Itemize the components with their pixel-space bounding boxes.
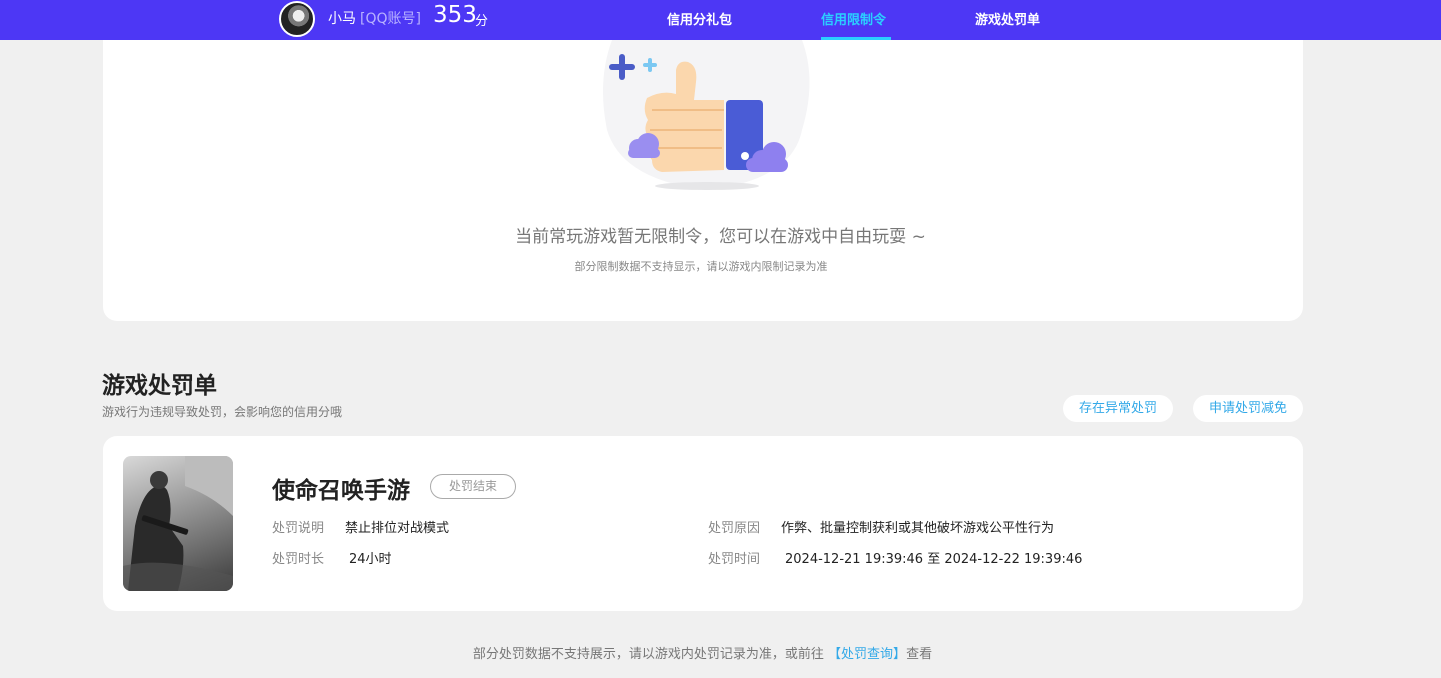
penalty-time-label: 处罚时间 (708, 552, 761, 567)
tab-restriction[interactable]: 信用限制令 (821, 9, 886, 28)
empty-state-subtitle: 部分限制数据不支持显示，请以游戏内限制记录为准 (574, 260, 828, 273)
footer-text: 部分处罚数据不支持展示，请以游戏内处罚记录为准，或前往 (472, 647, 829, 662)
apply-reduction-button[interactable]: 申请处罚减免 (1193, 395, 1303, 422)
tab-credit-gift[interactable]: 信用分礼包 (667, 9, 732, 28)
footer-text-end: 查看 (906, 647, 933, 662)
tab-penalty[interactable]: 游戏处罚单 (975, 9, 1040, 28)
penalty-desc-label: 处罚说明 (272, 521, 325, 536)
avatar[interactable] (279, 1, 315, 37)
penalty-query-link[interactable]: 【处罚查询】 (828, 647, 906, 662)
section-subtitle: 游戏行为违规导致处罚，会影响您的信用分哦 (102, 405, 343, 419)
account-type: [QQ账号] (360, 11, 421, 27)
penalty-duration-label: 处罚时长 (272, 552, 325, 567)
penalty-duration-value: 24小时 (349, 552, 392, 567)
thumbs-up-illustration (603, 40, 810, 190)
penalty-time-value: 2024-12-21 19:39:46 至 2024-12-22 19:39:4… (785, 552, 1083, 567)
username: 小马 (328, 11, 356, 27)
top-bar: 小马 [QQ账号] 353 分 信用分礼包 信用限制令 游戏处罚单 (0, 0, 1441, 40)
credit-score: 353 (433, 2, 477, 28)
game-name: 使命召唤手游 (272, 478, 410, 504)
penalty-reason-value: 作弊、批量控制获利或其他破坏游戏公平性行为 (781, 521, 1055, 536)
penalty-status-badge: 处罚结束 (430, 474, 516, 499)
abnormal-penalty-button[interactable]: 存在异常处罚 (1063, 395, 1173, 422)
credit-score-unit: 分 (475, 14, 489, 29)
section-title: 游戏处罚单 (102, 373, 217, 399)
penalty-desc-value: 禁止排位对战模式 (345, 521, 450, 536)
footer-note: 部分处罚数据不支持展示，请以游戏内处罚记录为准，或前往 【处罚查询】查看 (0, 643, 1405, 662)
game-cover-image (123, 456, 233, 591)
user-info: 小马 [QQ账号] (328, 8, 421, 28)
empty-state-title: 当前常玩游戏暂无限制令，您可以在游戏中自由玩耍 ~ (515, 227, 926, 247)
penalty-reason-label: 处罚原因 (708, 521, 761, 536)
